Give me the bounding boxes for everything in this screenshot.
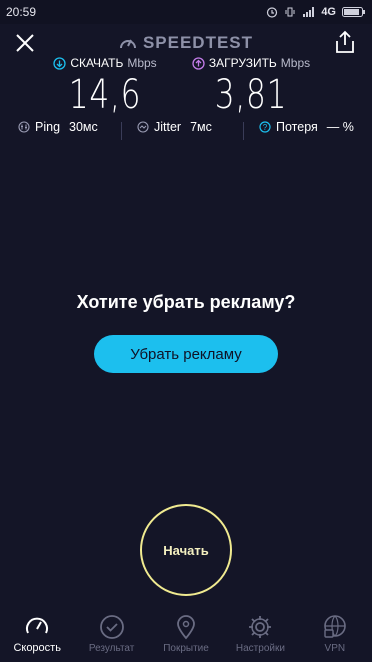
jitter-stat: Jitter 7мс [137, 120, 212, 134]
upload-label: ЗАГРУЗИТЬ [208, 56, 277, 70]
jitter-icon [137, 121, 149, 133]
alarm-icon [267, 7, 278, 18]
status-icons: 4G [266, 6, 366, 18]
tab-coverage[interactable]: Покрытие [149, 600, 223, 662]
download-value: 14,6 [68, 72, 142, 118]
tab-vpn[interactable]: VPN [298, 600, 372, 662]
stat-divider [243, 122, 244, 140]
tab-label: Скорость [13, 642, 61, 654]
tab-results[interactable]: Результат [74, 600, 148, 662]
jitter-value: 7мс [190, 120, 212, 134]
map-pin-icon [177, 615, 195, 640]
start-test-label: Начать [163, 542, 209, 558]
network-type: 4G [321, 6, 336, 18]
loss-value: — % [326, 120, 354, 134]
upload-unit: Mbps [280, 56, 311, 70]
remove-ads-prompt: Хотите убрать рекламу? [76, 292, 296, 312]
help-icon[interactable]: ? [259, 121, 271, 133]
latency-stats: Ping 30мс Jitter 7мс ? Потеря — % [0, 120, 372, 140]
upload-header: ЗАГРУЗИТЬ Mbps [176, 56, 326, 70]
status-time: 20:59 [6, 5, 37, 19]
download-unit: Mbps [127, 56, 157, 70]
tab-settings[interactable]: Настройки [223, 600, 297, 662]
top-bar: SPEEDTEST [0, 28, 372, 58]
loss-label: Потеря [276, 120, 318, 134]
loss-stat: ? Потеря — % [259, 120, 354, 134]
bottom-tab-bar: Скорость Результат Покрытие Настройки VP… [0, 600, 372, 662]
speed-metrics: СКАЧАТЬ Mbps 14,6 ЗАГРУЗИТЬ Mbps 3,81 [0, 56, 372, 118]
jitter-label: Jitter [154, 120, 182, 134]
ping-icon [18, 121, 30, 133]
tab-label: Покрытие [163, 643, 209, 654]
speedometer-icon [26, 617, 49, 634]
ping-label: Ping [35, 120, 61, 134]
check-circle-icon [99, 615, 124, 639]
upload-metric: ЗАГРУЗИТЬ Mbps 3,81 [176, 56, 326, 118]
battery-icon [342, 7, 365, 17]
vibrate-icon [285, 7, 295, 17]
share-icon[interactable] [334, 30, 356, 54]
remove-ads-button[interactable]: Убрать рекламу [94, 335, 278, 373]
download-header: СКАЧАТЬ Mbps [30, 56, 180, 70]
tab-label: Результат [88, 643, 135, 654]
stat-divider [121, 122, 122, 140]
app-brand: SPEEDTEST [0, 33, 372, 53]
download-arrow-icon [53, 56, 66, 70]
signal-icon [303, 7, 315, 17]
tab-label: Настройки [235, 643, 285, 654]
download-label: СКАЧАТЬ [70, 56, 124, 70]
download-metric: СКАЧАТЬ Mbps 14,6 [30, 56, 180, 118]
tab-label: VPN [324, 643, 346, 654]
status-bar: 20:59 4G [0, 0, 372, 24]
ping-stat: Ping 30мс [18, 120, 98, 134]
globe-lock-icon [324, 615, 346, 638]
speedometer-logo-icon [119, 39, 136, 49]
start-test-button[interactable]: Начать [140, 504, 232, 596]
ping-value: 30мс [69, 120, 98, 134]
tab-speed[interactable]: Скорость [0, 600, 74, 662]
brand-name: SPEEDTEST [142, 33, 254, 52]
svg-text:?: ? [263, 123, 268, 132]
upload-arrow-icon [192, 56, 205, 70]
upload-value: 3,81 [214, 72, 288, 118]
gear-icon [249, 616, 272, 638]
